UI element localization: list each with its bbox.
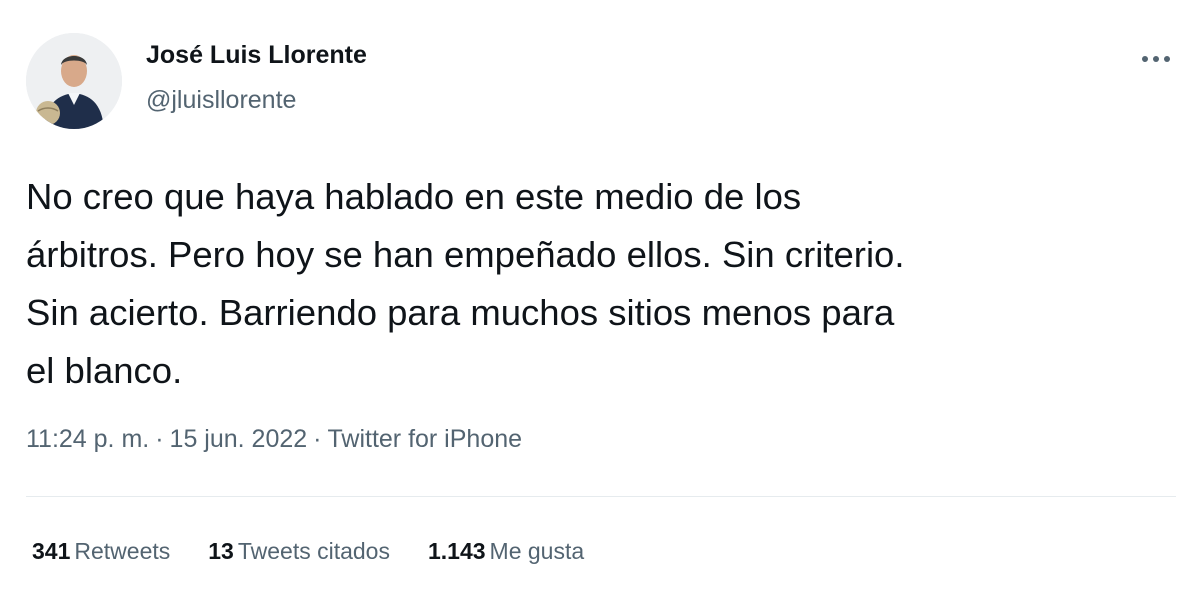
more-horizontal-icon [1142,56,1170,62]
retweets-stat[interactable]: 341 Retweets [32,538,170,565]
retweets-label: Retweets [74,538,171,564]
tweet-source[interactable]: Twitter for iPhone [328,425,523,453]
author-handle[interactable]: @jluisllorente [146,86,296,115]
more-options-button[interactable] [1136,44,1176,74]
tweet-stats: 341 Retweets 13 Tweets citados 1.143 Me gus… [32,538,622,565]
meta-separator: · [313,425,322,453]
tweet-meta: 11:24 p. m. · 15 jun. 2022 · Twitter for iPh… [26,425,522,454]
likes-label: Me gusta [489,538,585,564]
avatar[interactable] [26,33,122,129]
tweet-date[interactable]: 15 jun. 2022 [170,425,308,453]
quotes-stat[interactable]: 13 Tweets citados [208,538,390,565]
avatar-image [26,33,122,129]
tweet-time[interactable]: 11:24 p. m. [26,425,149,453]
quotes-label: Tweets citados [237,538,390,564]
tweet-text: No creo que haya hablado en este medio d… [26,176,905,391]
author-name[interactable]: José Luis Llorente [146,41,367,70]
likes-stat[interactable]: 1.143 Me gusta [428,538,584,565]
quotes-count: 13 [208,538,234,564]
likes-count: 1.143 [427,538,486,564]
retweets-count: 341 [32,538,71,564]
meta-separator: · [155,425,164,453]
divider [26,496,1176,497]
tweet-card: José Luis Llorente @jluisllorente No cre… [0,0,1200,603]
